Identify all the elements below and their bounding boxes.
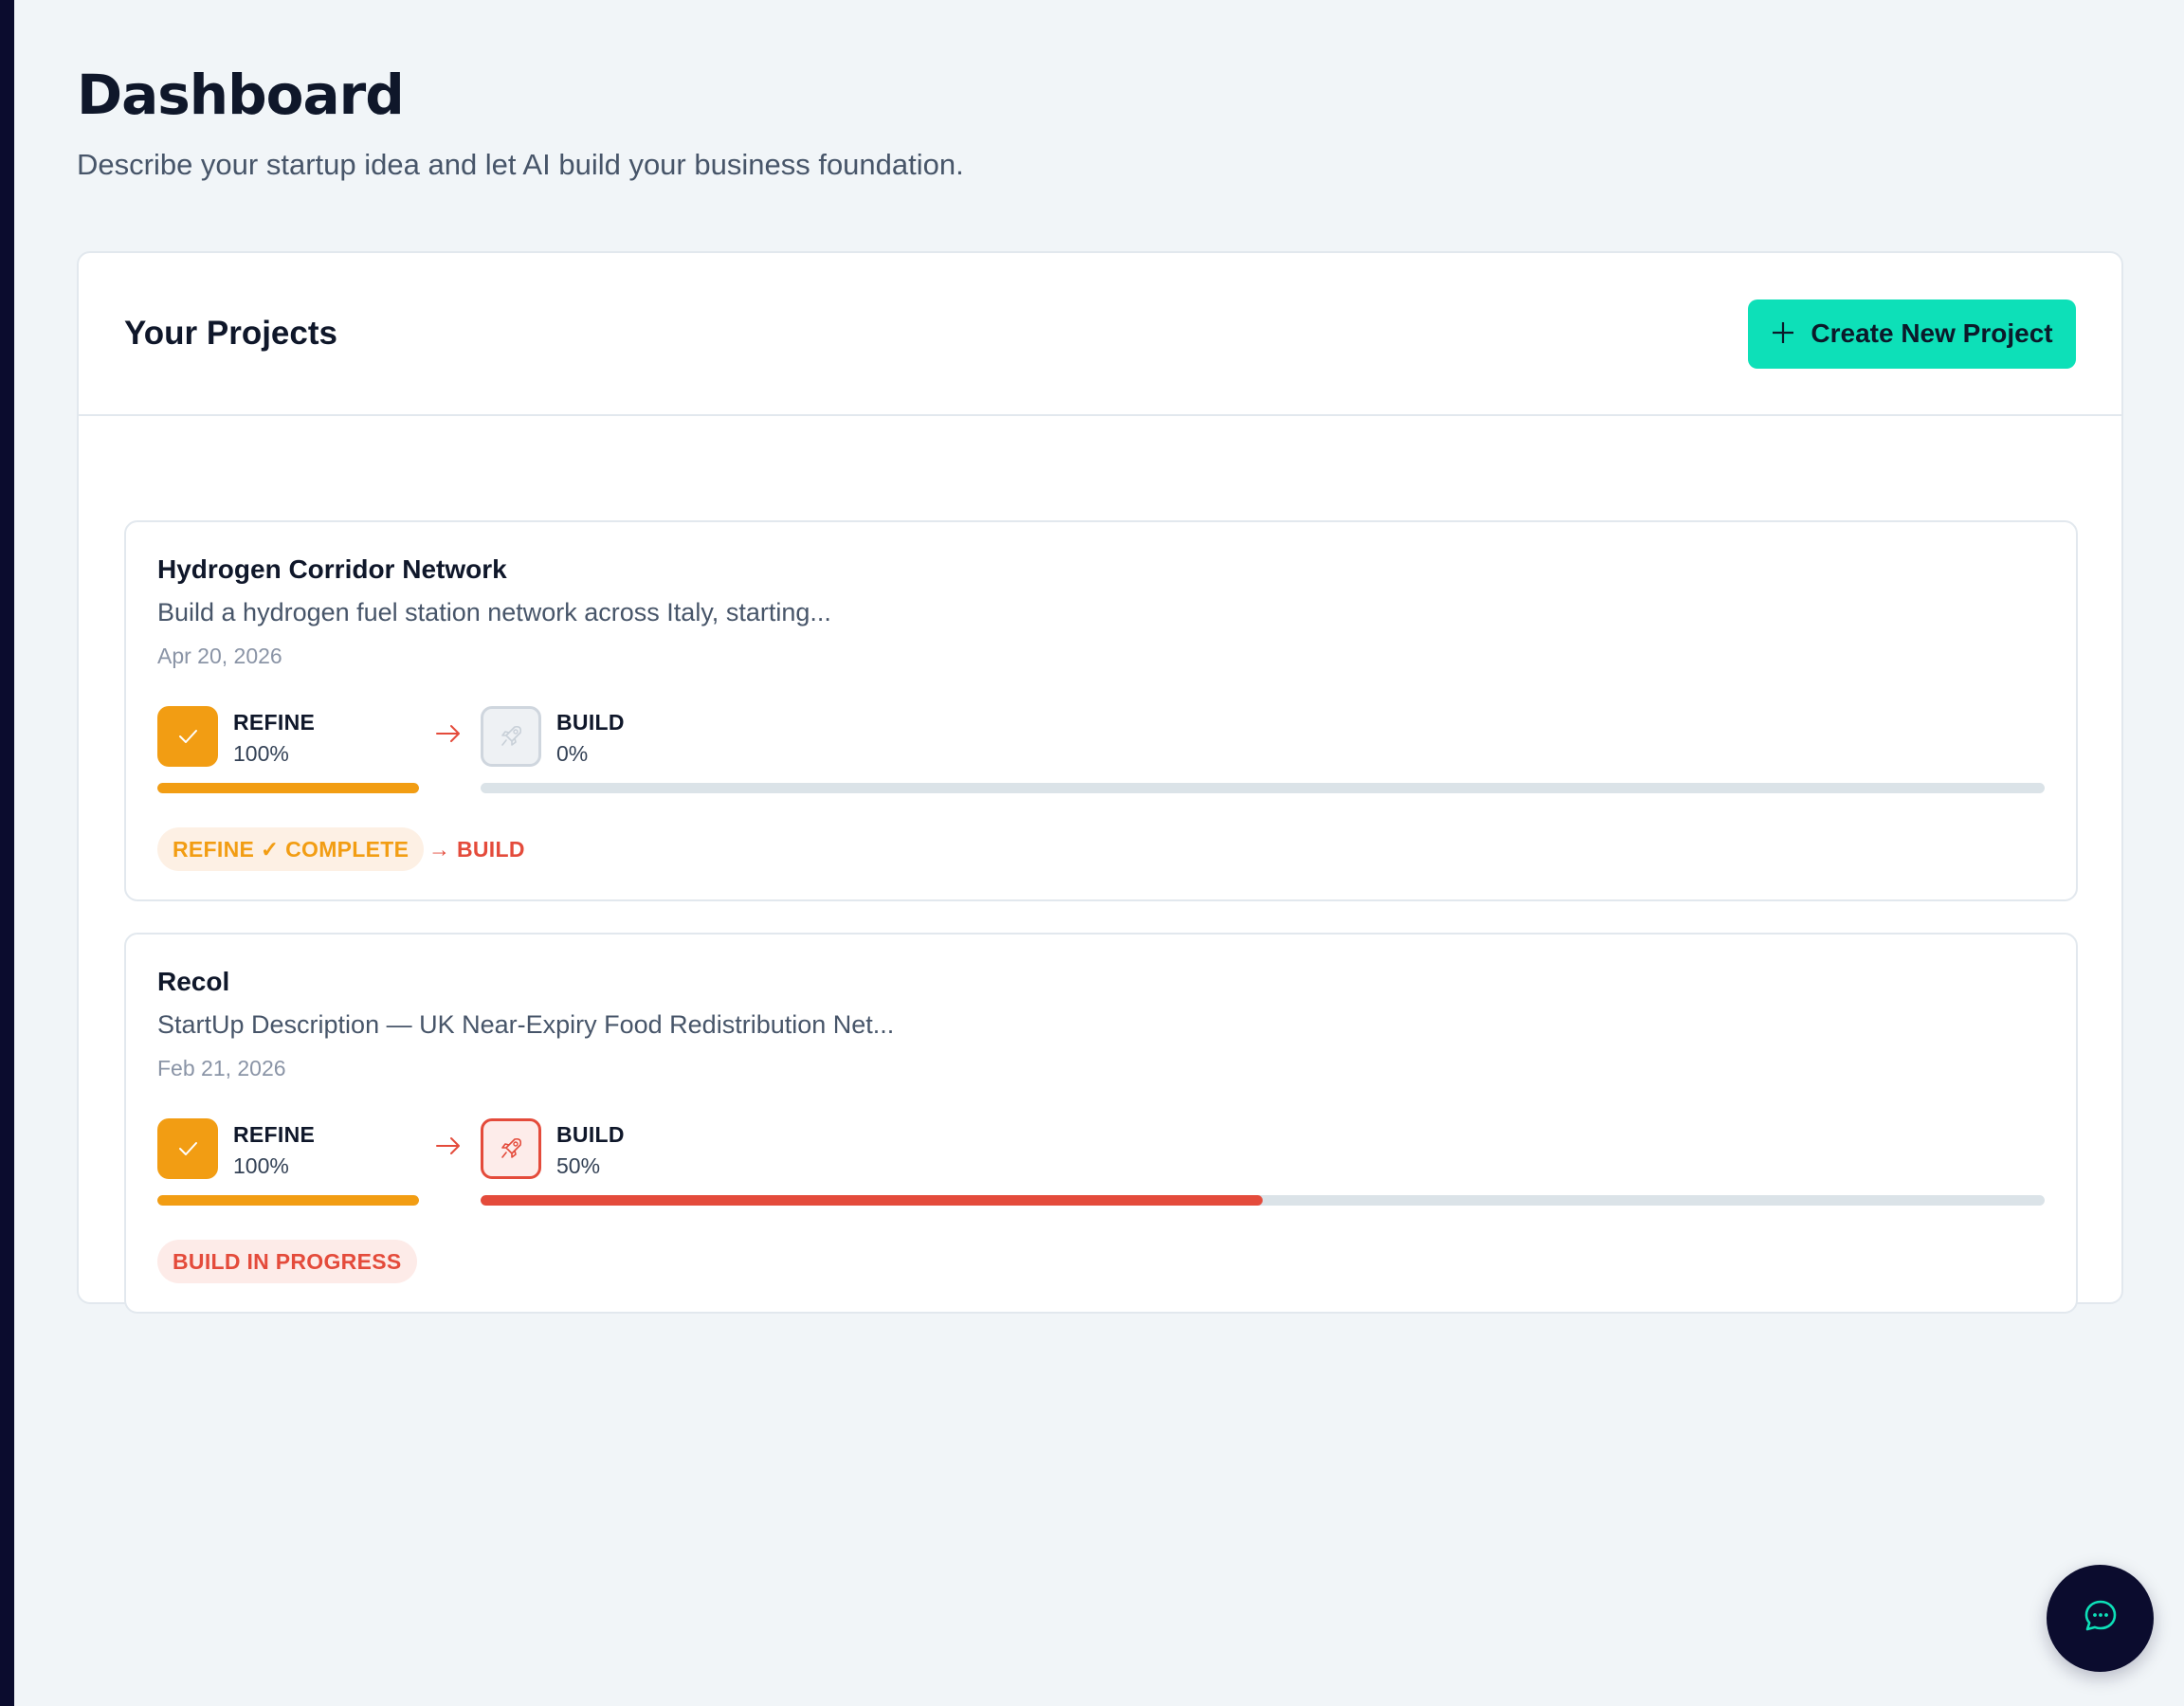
refine-step-label: REFINE xyxy=(233,1122,316,1147)
project-name: Hydrogen Corridor Network xyxy=(157,554,507,584)
refine-step-label: REFINE xyxy=(233,710,316,735)
create-new-project-label: Create New Project xyxy=(1811,318,2053,348)
projects-panel-title: Your Projects xyxy=(124,315,337,352)
build-progress-bar xyxy=(481,1195,2045,1206)
projects-panel-header: Your Projects Create New Project xyxy=(79,253,2121,416)
refine-step-checkmark-icon xyxy=(157,1118,218,1179)
refine-step-percent: 100% xyxy=(233,741,289,766)
next-step-label: → BUILD xyxy=(428,836,525,862)
status-badge: REFINE ✓ COMPLETE xyxy=(157,827,425,871)
project-card[interactable]: Recol StartUp Description — UK Near-Expi… xyxy=(124,933,2078,1314)
project-date: Apr 20, 2026 xyxy=(157,644,282,668)
project-date: Feb 21, 2026 xyxy=(157,1056,286,1080)
refine-progress-fill xyxy=(157,1195,419,1206)
create-new-project-button[interactable]: Create New Project xyxy=(1748,299,2076,369)
refine-progress-fill xyxy=(157,783,419,793)
build-step-percent: 0% xyxy=(556,741,589,766)
project-card[interactable]: Hydrogen Corridor Network Build a hydrog… xyxy=(124,520,2078,901)
step-arrow-icon xyxy=(433,1131,464,1166)
left-edge-strip xyxy=(0,0,14,1706)
dashboard-page: Dashboard Describe your startup idea and… xyxy=(77,57,2123,1314)
plus-icon xyxy=(1771,316,1795,352)
build-step-label: BUILD xyxy=(556,710,625,735)
page-title: Dashboard xyxy=(77,63,405,127)
refine-progress-bar xyxy=(157,783,419,793)
step-arrow-icon xyxy=(433,718,464,753)
refine-step-checkmark-icon xyxy=(157,706,218,767)
build-progress-fill xyxy=(481,1195,1263,1206)
page-subtitle: Describe your startup idea and let AI bu… xyxy=(77,148,964,181)
build-step-rocket-icon xyxy=(481,1118,541,1179)
project-name: Recol xyxy=(157,967,230,996)
build-step-percent: 50% xyxy=(556,1153,601,1178)
build-progress-bar xyxy=(481,783,2045,793)
build-step-label: BUILD xyxy=(556,1122,625,1147)
build-step-rocket-icon xyxy=(481,706,541,767)
chat-bubble-icon xyxy=(2080,1595,2121,1642)
project-description: StartUp Description — UK Near-Expiry Foo… xyxy=(157,1010,895,1039)
project-description: Build a hydrogen fuel station network ac… xyxy=(157,598,831,626)
projects-panel: Your Projects Create New Project Hydroge… xyxy=(77,251,2123,1314)
refine-step-percent: 100% xyxy=(233,1153,289,1178)
status-badge: BUILD IN PROGRESS xyxy=(157,1240,417,1283)
chat-button[interactable] xyxy=(2047,1565,2154,1672)
refine-progress-bar xyxy=(157,1195,419,1206)
